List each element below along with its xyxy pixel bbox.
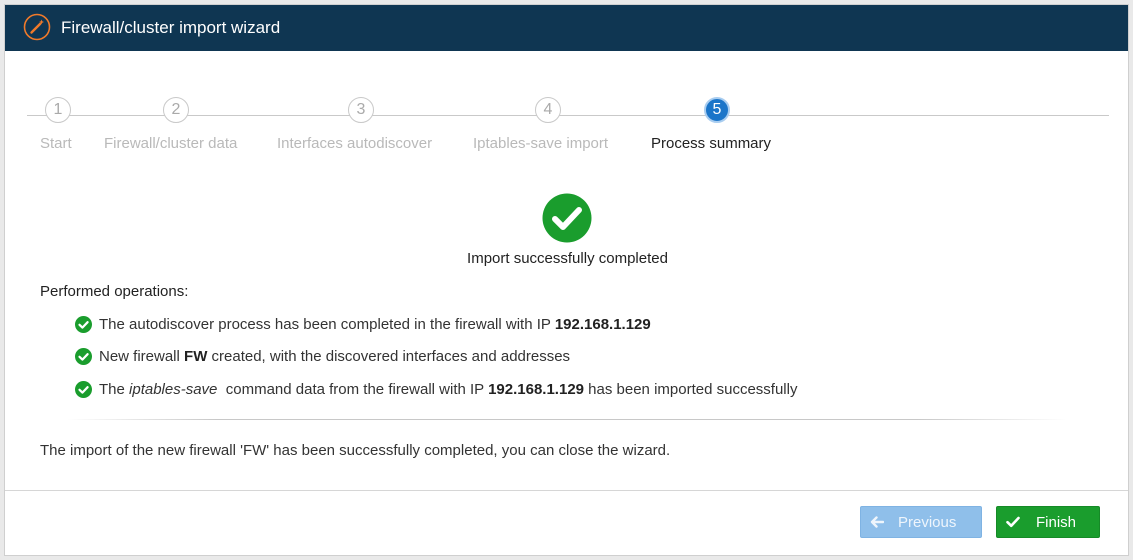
operations-heading: Performed operations: (40, 283, 189, 300)
completion-message: The import of the new firewall 'FW' has … (40, 442, 671, 459)
operation-text: New firewall (99, 347, 185, 365)
step-4-circle: 4 (535, 97, 561, 123)
firewall-name: FW (184, 347, 208, 365)
check-icon (1006, 516, 1020, 528)
operation-item: The iptables-save command data from the … (75, 378, 797, 400)
check-circle-icon (75, 315, 92, 333)
wizard-stepper: 1 Start 2 Firewall/cluster data 3 Interf… (5, 97, 1128, 157)
previous-button[interactable]: Previous (860, 506, 982, 538)
dialog-title: Firewall/cluster import wizard (61, 18, 281, 37)
check-circle-icon (75, 347, 92, 365)
dialog-titlebar: Firewall/cluster import wizard (5, 5, 1128, 51)
step-1-label: Start (40, 135, 72, 152)
import-wizard-dialog: Firewall/cluster import wizard 1 Start 2… (4, 4, 1129, 556)
finish-button-label: Finish (1036, 513, 1077, 531)
operation-text: The (99, 380, 130, 398)
command-name: iptables-save (129, 380, 218, 398)
firewall-ip: 192.168.1.129 (554, 315, 651, 333)
previous-button-label: Previous (898, 513, 957, 531)
stepper-line (27, 115, 1109, 116)
firewall-ip: 192.168.1.129 (488, 380, 585, 398)
step-2-circle: 2 (163, 97, 189, 123)
success-message: Import successfully completed (467, 250, 668, 267)
step-4-label: Iptables-save import (473, 135, 609, 152)
step-5-label: Process summary (651, 135, 772, 152)
operation-item: The autodiscover process has been comple… (75, 313, 651, 335)
operation-text: has been imported successfully (584, 380, 798, 398)
finish-button[interactable]: Finish (996, 506, 1100, 538)
magic-wand-icon (23, 13, 51, 41)
step-3-circle: 3 (348, 97, 374, 123)
arrow-left-icon (870, 516, 884, 528)
step-2-label: Firewall/cluster data (104, 135, 238, 152)
step-1-circle: 1 (45, 97, 71, 123)
operation-item: New firewall FW created, with the discov… (75, 345, 570, 367)
footer-divider (5, 490, 1128, 491)
operation-text: created, with the discovered interfaces … (207, 347, 571, 365)
step-5-circle: 5 (704, 97, 730, 123)
check-circle-icon (75, 380, 92, 398)
operation-text: The autodiscover process has been comple… (99, 315, 555, 333)
step-3-label: Interfaces autodiscover (277, 135, 433, 152)
operation-text: command data from the firewall with IP (217, 380, 489, 398)
divider (67, 419, 1067, 420)
success-check-icon (542, 193, 592, 243)
